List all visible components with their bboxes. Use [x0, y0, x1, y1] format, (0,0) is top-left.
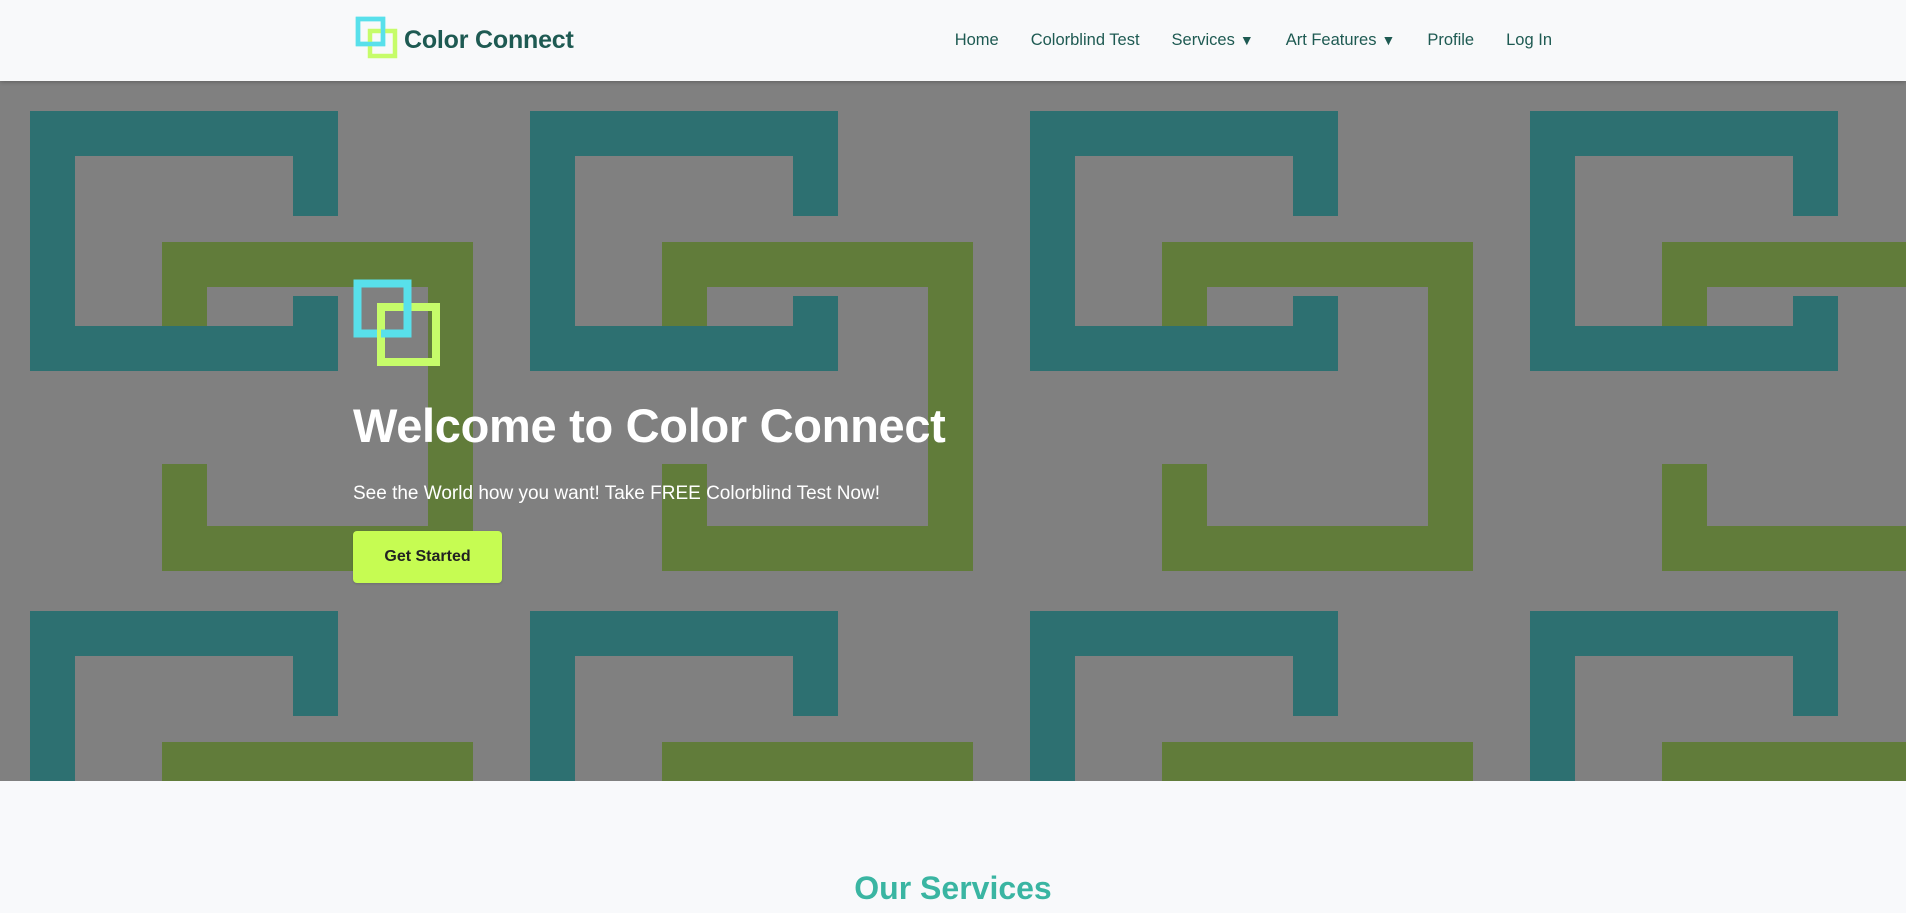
- nav-login[interactable]: Log In: [1506, 31, 1552, 50]
- hero-title: Welcome to Color Connect: [353, 399, 946, 452]
- nav-profile[interactable]: Profile: [1427, 31, 1474, 50]
- nav-art-features-label: Art Features: [1285, 31, 1377, 49]
- get-started-button[interactable]: Get Started: [353, 531, 502, 583]
- services-heading: Our Services: [854, 870, 1052, 906]
- nav-colorblind-test[interactable]: Colorblind Test: [1031, 31, 1140, 50]
- brand-link[interactable]: Color Connect: [355, 16, 574, 64]
- caret-down-icon: ▼: [1381, 31, 1396, 48]
- site-header: Color Connect Home Colorblind Test Servi…: [0, 0, 1906, 81]
- hero-section: Welcome to Color Connect See the World h…: [0, 81, 1906, 781]
- main-nav: Home Colorblind Test Services ▼ Art Feat…: [955, 0, 1552, 81]
- brand-name: Color Connect: [404, 25, 574, 54]
- nav-services-label: Services: [1171, 31, 1235, 49]
- brand-logo-icon: [355, 16, 398, 59]
- caret-down-icon: ▼: [1239, 31, 1254, 48]
- nav-services-dropdown[interactable]: Services ▼: [1172, 31, 1254, 50]
- nav-home[interactable]: Home: [955, 31, 999, 50]
- nav-art-features-dropdown[interactable]: Art Features ▼: [1286, 31, 1396, 50]
- hero-content: Welcome to Color Connect See the World h…: [353, 279, 1253, 583]
- hero-logo-icon: [353, 279, 440, 366]
- hero-subtitle: See the World how you want! Take FREE Co…: [353, 483, 880, 504]
